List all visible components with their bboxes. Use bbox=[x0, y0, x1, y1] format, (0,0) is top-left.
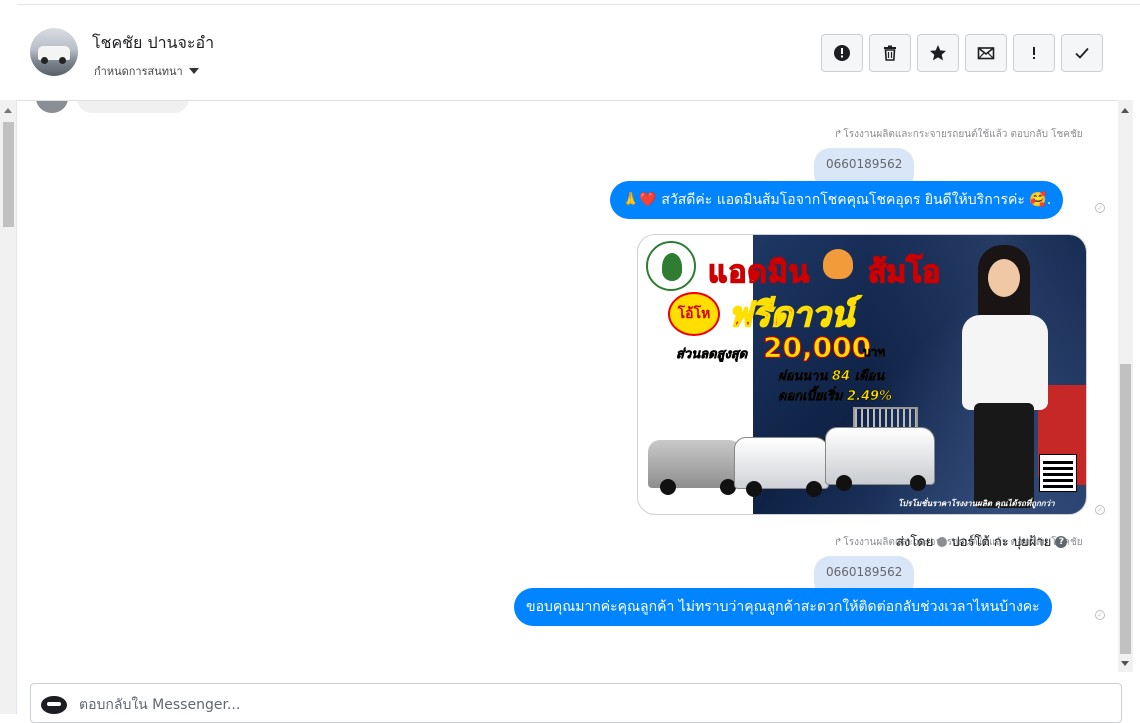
dealer-logo bbox=[646, 241, 696, 291]
scroll-down-arrow-icon[interactable] bbox=[1121, 661, 1129, 666]
sent-message-bubble[interactable]: 🙏❤️ สวัสดีค่ะ แอดมินส้มโอจากโชคคุณโชคอุด… bbox=[610, 181, 1064, 219]
assign-label: กำหนดการสนทนา bbox=[94, 65, 183, 78]
sender-name[interactable]: ปอร์โต้ กะ ปุยฝ้าย bbox=[951, 531, 1051, 552]
thread-scrollbar[interactable] bbox=[1118, 100, 1133, 672]
check-icon bbox=[1075, 47, 1089, 59]
reply-arrow-icon: ↱ bbox=[834, 537, 843, 548]
scrollbar-thumb[interactable] bbox=[3, 122, 14, 227]
qr-code bbox=[1039, 454, 1077, 492]
sent-message-bubble[interactable]: ขอบคุณมากค่ะคุณลูกค้า ไม่ทราบว่าคุณลูกค้… bbox=[514, 588, 1052, 626]
spam-button[interactable] bbox=[821, 34, 863, 72]
page-avatar bbox=[41, 696, 67, 714]
star-icon bbox=[930, 45, 946, 61]
scrollbar-thumb[interactable] bbox=[1120, 364, 1131, 654]
sent-by-line: ส่งโดย ปอร์โต้ กะ ปุยฝ้าย ? bbox=[896, 531, 1068, 552]
pomelo-icon bbox=[823, 249, 853, 279]
caret-down-icon bbox=[188, 68, 199, 74]
conversation-header: โชคชัย ปานจะอำ กำหนดการสนทนา bbox=[17, 5, 1123, 101]
message-thread[interactable]: ↱โรงงานผลิตและกระจายรถยนต์ใช้แล้ว ตอบกลั… bbox=[17, 101, 1118, 673]
contact-message-bubble bbox=[77, 101, 189, 113]
alert-circle-icon bbox=[834, 45, 850, 61]
presenter-figure bbox=[958, 245, 1053, 510]
star-button[interactable] bbox=[917, 34, 959, 72]
delivered-check-icon: ✓ bbox=[1095, 505, 1105, 515]
exclamation-icon bbox=[1033, 47, 1035, 59]
promo-image[interactable]: แอดมิน ส้มโอ โอ้โห ฟรีดาวน์ ส่วนลดสูงสุด… bbox=[637, 234, 1087, 515]
trash-icon bbox=[884, 45, 896, 61]
reply-input[interactable] bbox=[79, 694, 979, 716]
promo-badge: โอ้โห bbox=[668, 292, 720, 336]
scroll-up-arrow-icon[interactable] bbox=[1121, 108, 1129, 113]
contact-name[interactable]: โชคชัย ปานจะอำ bbox=[92, 31, 214, 56]
reply-arrow-icon: ↱ bbox=[834, 129, 843, 140]
help-icon[interactable]: ? bbox=[1055, 535, 1068, 548]
assign-conversation-dropdown[interactable]: กำหนดการสนทนา bbox=[94, 62, 199, 80]
scroll-up-arrow-icon[interactable] bbox=[4, 108, 12, 113]
conversation-toolbar bbox=[821, 34, 1103, 72]
reply-meta: ↱โรงงานผลิตและกระจายรถยนต์ใช้แล้ว ตอบกลั… bbox=[834, 129, 1083, 140]
left-scrollbar[interactable] bbox=[0, 100, 17, 714]
envelope-icon bbox=[977, 47, 995, 60]
reply-composer bbox=[30, 683, 1122, 723]
delivered-check-icon: ✓ bbox=[1095, 610, 1105, 620]
follow-up-button[interactable] bbox=[1013, 34, 1055, 72]
contact-avatar[interactable] bbox=[30, 28, 78, 76]
mark-unread-button[interactable] bbox=[965, 34, 1007, 72]
delivered-check-icon: ✓ bbox=[1095, 203, 1105, 213]
sender-avatar-icon bbox=[937, 536, 948, 547]
delete-button[interactable] bbox=[869, 34, 911, 72]
contact-message-avatar bbox=[36, 101, 68, 113]
done-button[interactable] bbox=[1061, 34, 1103, 72]
